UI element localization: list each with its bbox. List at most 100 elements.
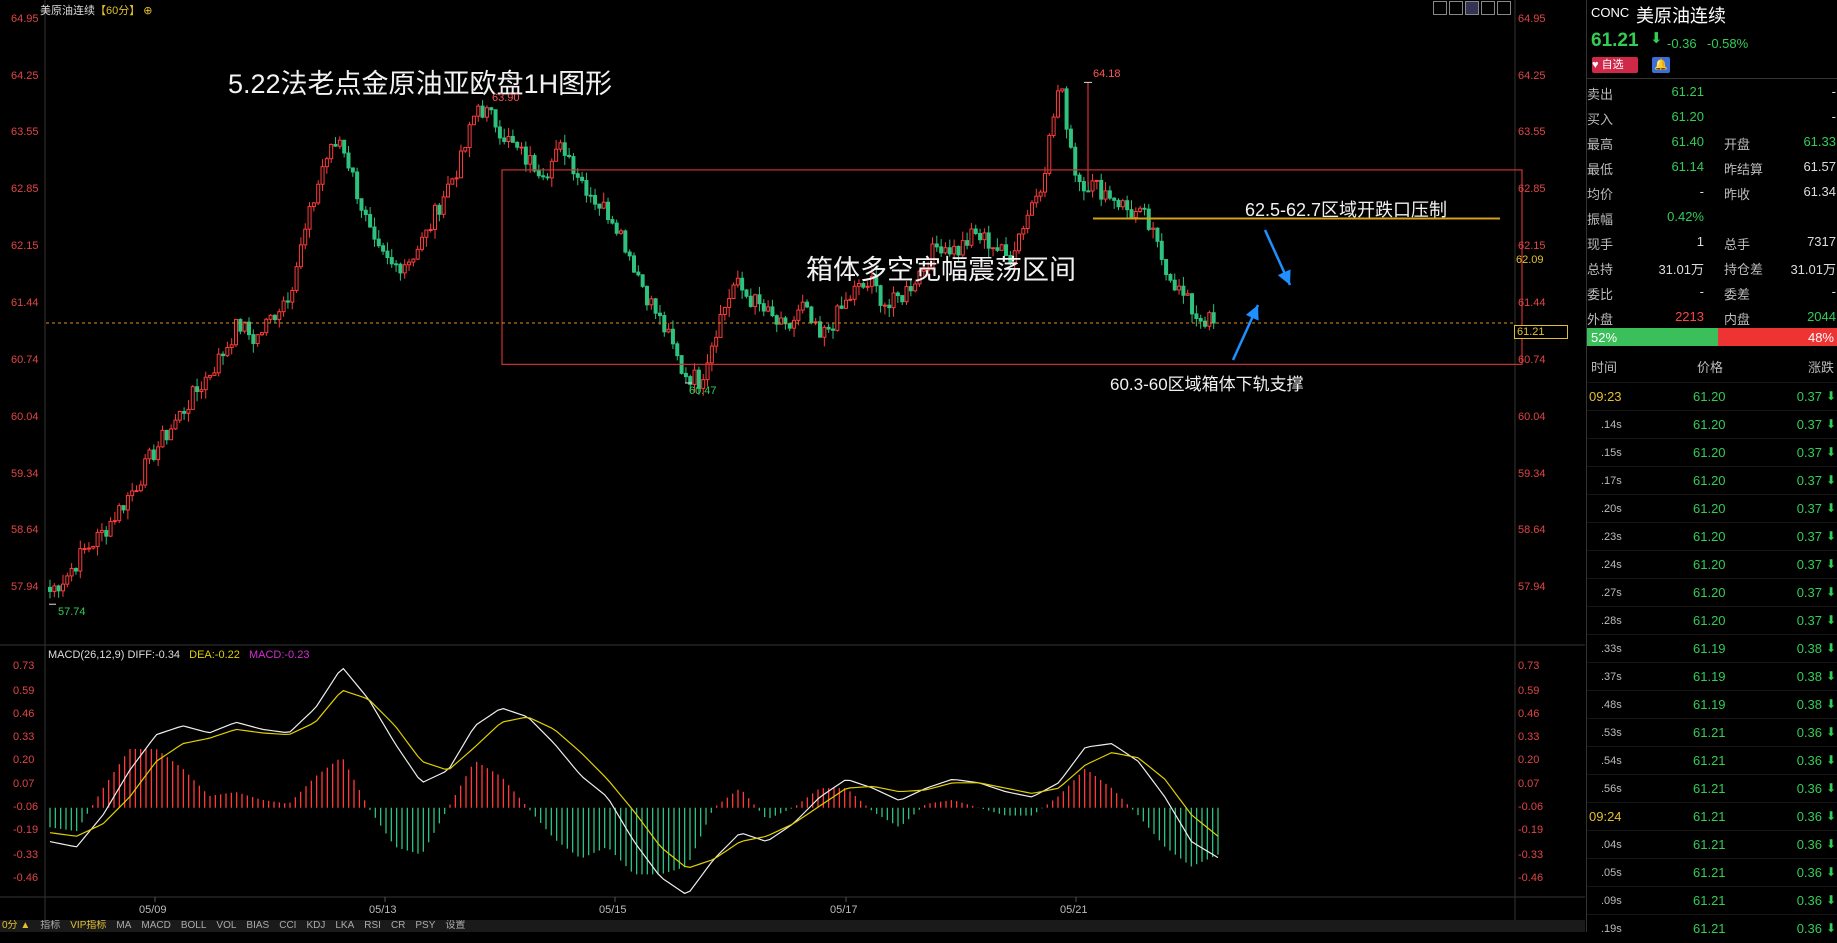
candle-body <box>1120 200 1125 208</box>
candle-body <box>1207 312 1212 327</box>
indicator-tab[interactable]: CCI <box>279 920 296 932</box>
tick-time: .28s <box>1601 615 1622 627</box>
tick-change: 0.37 <box>1796 501 1822 516</box>
candle-body <box>372 226 377 240</box>
down-arrow-icon: ⬇ <box>1825 501 1836 515</box>
candle-body <box>1203 320 1208 327</box>
price-tick-right: 64.95 <box>1518 13 1546 25</box>
down-arrow-icon: ⬇ <box>1825 557 1836 571</box>
tick-header-time: 时间 <box>1591 360 1618 375</box>
candle-body <box>99 530 104 533</box>
tick-price: 61.19 <box>1693 669 1726 684</box>
candle-body <box>973 228 978 234</box>
tick-row: .24s 61.20 0.37 ⬇ <box>1587 550 1837 579</box>
candle-body <box>1168 274 1173 281</box>
macd-header: MACD(26,12,9) DIFF:-0.34 DEA:-0.22 MACD:… <box>48 649 309 661</box>
candle-body <box>333 143 338 147</box>
tick-time: .53s <box>1601 727 1622 739</box>
date-label: 05/15 <box>599 904 627 916</box>
candle-body <box>411 258 416 263</box>
indicator-tab[interactable]: PSY <box>415 920 435 932</box>
candle-body <box>489 107 494 111</box>
candle-body <box>1138 207 1143 212</box>
candle-body <box>484 107 489 118</box>
candle-body <box>830 328 835 331</box>
quote-label: 均价 <box>1587 187 1614 202</box>
candle-body <box>147 449 152 460</box>
quote-value-2: 2044 <box>1807 309 1836 324</box>
candle-body <box>891 292 896 309</box>
tick-row: .23s 61.20 0.37 ⬇ <box>1587 522 1837 551</box>
candle-body <box>722 306 727 315</box>
candle-body <box>986 232 991 249</box>
indicator-tab[interactable]: LKA <box>335 920 354 932</box>
candle-body <box>160 429 165 448</box>
add-icon[interactable]: ⊕ <box>140 5 152 17</box>
tick-time: .24s <box>1601 559 1622 571</box>
grid-icon[interactable] <box>1449 1 1463 15</box>
indicator-tab[interactable]: BIAS <box>246 920 269 932</box>
candle-body <box>1090 180 1095 192</box>
favorite-button[interactable]: ♥ 自选 <box>1592 57 1638 73</box>
macd-tick-right: -0.46 <box>1518 872 1544 884</box>
price-tick-left: 64.95 <box>11 13 39 25</box>
indicator-tab[interactable]: MACD <box>141 920 170 932</box>
tick-row: .33s 61.19 0.38 ⬇ <box>1587 634 1837 663</box>
high-marker: 64.18 <box>1093 68 1121 80</box>
candle-body <box>337 139 342 147</box>
candle-body <box>91 546 96 549</box>
layout-icon[interactable] <box>1433 1 1447 15</box>
tick-change: 0.36 <box>1796 753 1822 768</box>
tick-price: 61.20 <box>1693 445 1726 460</box>
panel-icon[interactable] <box>1465 1 1479 15</box>
indicator-tab[interactable]: BOLL <box>181 920 207 932</box>
quote-label-2: 持仓差 <box>1724 262 1764 277</box>
tick-row: .17s 61.20 0.37 ⬇ <box>1587 466 1837 495</box>
period-indicator[interactable]: 0分 ▲ <box>2 920 30 932</box>
candle-body <box>627 251 632 257</box>
candle-body <box>208 374 213 378</box>
candle-body <box>376 238 381 247</box>
candle-body <box>541 175 546 178</box>
close-chart-icon[interactable] <box>1497 1 1511 15</box>
period-label: 【60分】 <box>95 5 141 17</box>
candle-body <box>255 334 260 344</box>
tick-row: .27s 61.20 0.37 ⬇ <box>1587 578 1837 607</box>
indicator-tab[interactable]: VIP指标 <box>70 920 106 932</box>
candle-body <box>52 585 57 592</box>
candle-body <box>203 376 208 391</box>
candle-body <box>212 372 217 376</box>
down-arrow-icon: ⬇ <box>1825 893 1836 907</box>
indicator-tab[interactable]: RSI <box>364 920 381 932</box>
candle-body <box>558 142 563 150</box>
tick-price: 61.21 <box>1693 753 1726 768</box>
fullscreen-icon[interactable] <box>1481 1 1495 15</box>
macd-tick-left: 0.59 <box>13 684 35 697</box>
tick-row: .20s 61.20 0.37 ⬇ <box>1587 494 1837 523</box>
alert-bell-icon[interactable]: 🔔 <box>1652 57 1670 73</box>
indicator-tab[interactable]: VOL <box>216 920 236 932</box>
tick-change: 0.38 <box>1796 641 1822 656</box>
candle-body <box>497 126 502 139</box>
indicator-tab[interactable]: MA <box>116 920 131 932</box>
candle-body <box>424 229 429 238</box>
candle-body <box>1042 172 1047 193</box>
indicator-tab[interactable]: CR <box>391 920 405 932</box>
quote-value-2: 31.01万 <box>1790 262 1836 277</box>
candle-body <box>1021 228 1026 235</box>
tick-change: 0.37 <box>1796 529 1822 544</box>
candle-body <box>272 314 277 321</box>
candlestick-chart[interactable] <box>0 0 1585 920</box>
indicator-tab[interactable]: 设置 <box>445 920 465 932</box>
tick-row: .53s 61.21 0.36 ⬇ <box>1587 718 1837 747</box>
current-price-tag: 61.21 <box>1514 325 1568 339</box>
candle-body <box>848 298 853 301</box>
down-arrow-icon: ⬇ <box>1825 585 1836 599</box>
indicator-tab[interactable]: KDJ <box>306 920 325 932</box>
indicator-tab[interactable]: 指标 <box>40 920 60 932</box>
candle-body <box>567 154 572 158</box>
candle-body <box>104 530 109 537</box>
macd-tick-left: -0.46 <box>13 872 39 884</box>
tick-change: 0.37 <box>1796 389 1822 404</box>
candle-body <box>796 309 801 321</box>
